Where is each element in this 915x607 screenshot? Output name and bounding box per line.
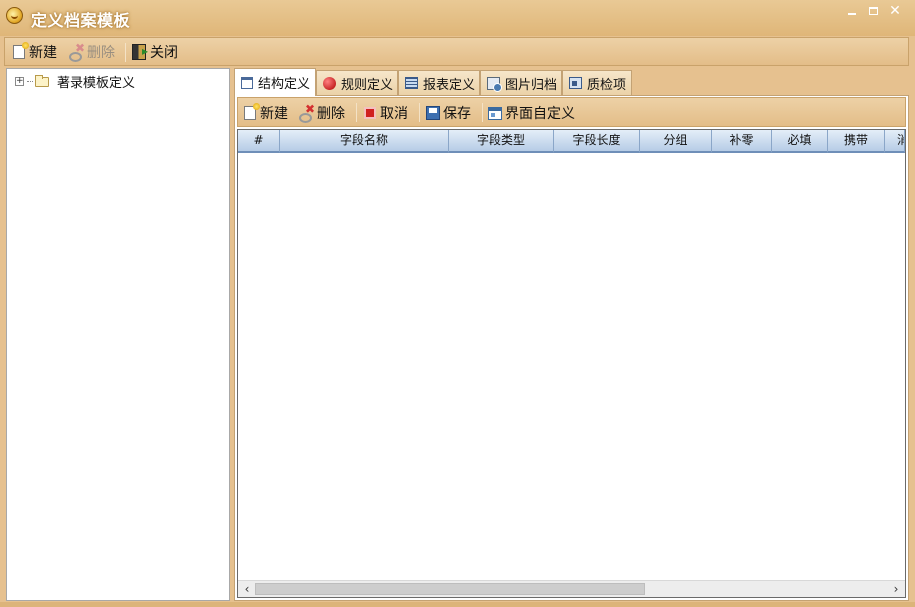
save-disk-icon xyxy=(426,106,440,120)
field-new-button[interactable]: 新建 xyxy=(242,102,288,124)
delete-icon xyxy=(69,41,85,62)
tab-label: 图片归档 xyxy=(505,77,558,93)
delete-button[interactable]: 删除 xyxy=(69,41,115,63)
field-cancel-button[interactable]: 取消 xyxy=(362,102,408,124)
tab-report-definition[interactable]: 报表定义 xyxy=(398,70,480,95)
window-layout-icon xyxy=(488,106,502,120)
scroll-right-icon[interactable]: › xyxy=(889,581,903,597)
report-icon xyxy=(405,77,418,89)
cancel-icon xyxy=(364,107,376,119)
maximize-icon xyxy=(868,7,878,15)
field-save-button[interactable]: 保存 xyxy=(426,102,471,124)
app-icon xyxy=(6,7,23,24)
toolbar-separator xyxy=(419,103,420,122)
window-bottom-border xyxy=(0,602,915,607)
new-document-icon xyxy=(244,103,260,120)
close-window-button[interactable]: ✕ xyxy=(886,4,904,20)
horizontal-scrollbar[interactable]: ‹ › xyxy=(238,580,905,597)
scrollbar-thumb[interactable] xyxy=(255,583,645,595)
delete-button-label: 删除 xyxy=(87,45,115,61)
tree-connector xyxy=(27,81,33,82)
maximize-button[interactable] xyxy=(864,4,882,20)
exit-door-icon xyxy=(132,44,148,60)
toolbar-separator xyxy=(482,103,483,122)
column-header-required[interactable]: 必填 xyxy=(772,130,828,153)
image-archive-icon xyxy=(487,76,502,92)
tree-node-root[interactable]: + 著录模板定义 xyxy=(15,72,135,91)
template-tree: + 著录模板定义 xyxy=(6,68,230,601)
column-header-index[interactable]: # xyxy=(238,130,280,153)
toolbar-separator xyxy=(125,43,126,62)
column-header-group[interactable]: 分组 xyxy=(640,130,712,153)
structure-definition-panel: 新建 删除 取消 保存 界面自定义 # 字段名称 字段类型 字段长度 分组 补零 xyxy=(234,95,909,601)
tab-structure-definition[interactable]: 结构定义 xyxy=(234,68,316,96)
tab-rule-definition[interactable]: 规则定义 xyxy=(316,70,398,95)
tab-label: 结构定义 xyxy=(258,77,311,92)
field-save-label: 保存 xyxy=(443,106,471,122)
tab-image-archive[interactable]: 图片归档 xyxy=(480,70,562,95)
field-grid[interactable]: # 字段名称 字段类型 字段长度 分组 补零 必填 携带 消 ‹ › xyxy=(237,129,906,598)
tree-node-label: 著录模板定义 xyxy=(57,76,136,91)
column-header-field-length[interactable]: 字段长度 xyxy=(554,130,640,153)
field-cancel-label: 取消 xyxy=(380,106,408,122)
structure-icon xyxy=(241,76,253,89)
folder-icon xyxy=(35,74,49,87)
column-header-field-name[interactable]: 字段名称 xyxy=(280,130,449,153)
minimize-icon xyxy=(848,13,856,15)
column-header-carry[interactable]: 携带 xyxy=(828,130,885,153)
tab-label: 质检项 xyxy=(587,77,627,93)
ui-customize-label: 界面自定义 xyxy=(505,106,575,122)
rule-icon xyxy=(323,76,336,90)
new-button-label: 新建 xyxy=(29,45,57,61)
title-bar: 定义档案模板 ✕ xyxy=(0,0,915,36)
column-header-zero-pad[interactable]: 补零 xyxy=(712,130,772,153)
ui-customize-button[interactable]: 界面自定义 xyxy=(488,102,575,124)
field-toolbar: 新建 删除 取消 保存 界面自定义 xyxy=(237,97,906,127)
minimize-button[interactable] xyxy=(843,4,861,20)
tab-label: 报表定义 xyxy=(423,77,476,93)
column-header-field-type[interactable]: 字段类型 xyxy=(449,130,554,153)
window-title: 定义档案模板 xyxy=(31,11,131,30)
new-document-icon xyxy=(13,42,29,59)
new-button[interactable]: 新建 xyxy=(11,41,57,63)
quality-check-icon xyxy=(569,77,582,89)
expand-icon[interactable]: + xyxy=(15,77,24,86)
delete-icon xyxy=(299,102,315,123)
column-header-truncated[interactable]: 消 xyxy=(885,130,905,153)
field-delete-button[interactable]: 删除 xyxy=(299,102,345,124)
close-button[interactable]: 关闭 xyxy=(132,41,178,63)
tab-label: 规则定义 xyxy=(341,77,394,93)
field-delete-label: 删除 xyxy=(317,106,345,122)
tab-strip: 结构定义 规则定义 报表定义 图片归档 质检项 xyxy=(234,68,909,96)
toolbar-separator xyxy=(356,103,357,122)
close-button-label: 关闭 xyxy=(150,45,178,61)
main-toolbar: 新建 删除 关闭 xyxy=(4,37,909,66)
grid-header: # 字段名称 字段类型 字段长度 分组 补零 必填 携带 消 xyxy=(238,130,905,153)
field-new-label: 新建 xyxy=(260,106,288,122)
scroll-left-icon[interactable]: ‹ xyxy=(240,581,254,597)
tab-quality-check[interactable]: 质检项 xyxy=(562,70,632,95)
close-icon: ✕ xyxy=(889,3,901,19)
